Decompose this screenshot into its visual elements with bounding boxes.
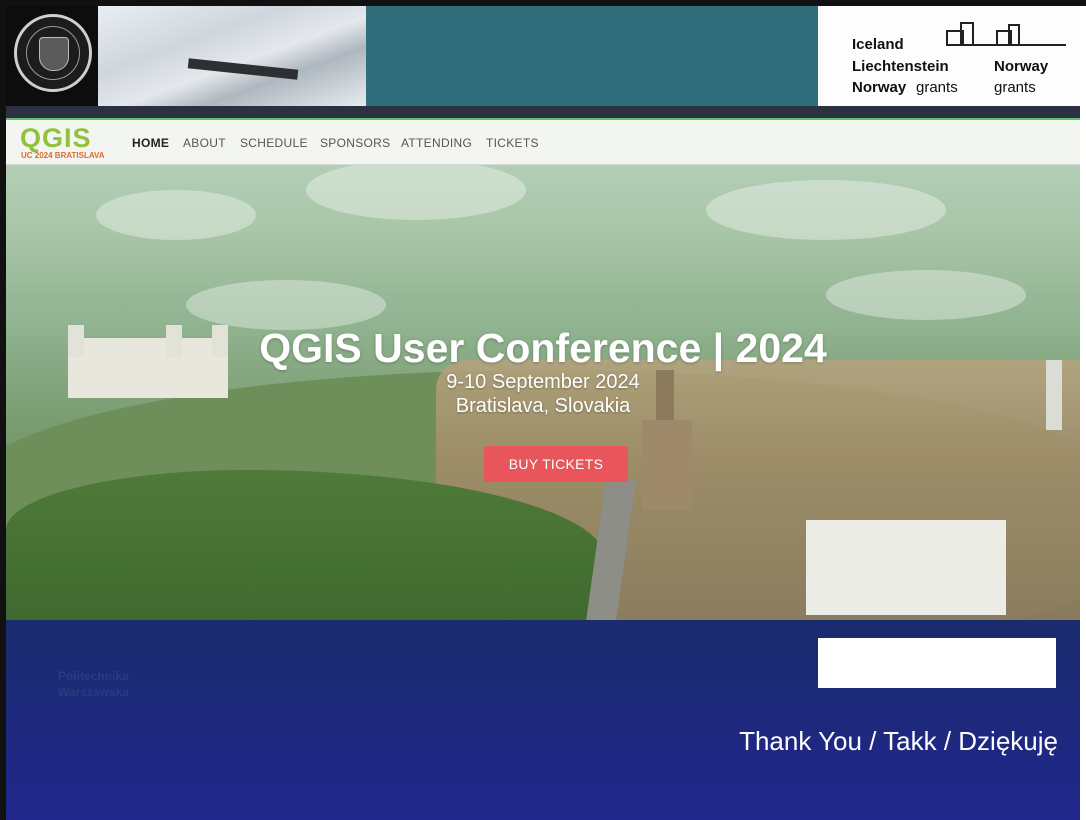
grants-line-art-icon	[946, 22, 1066, 46]
grants-grants-2: grants	[994, 79, 1036, 96]
nav-home[interactable]: HOME	[132, 136, 169, 150]
nav-attending[interactable]: ATTENDING	[401, 136, 472, 150]
crest-icon	[39, 37, 69, 71]
grants-grants-1: grants	[916, 79, 958, 96]
logo-subtitle: UC 2024 BRATISLAVA	[21, 151, 105, 160]
footer-band: Politechnika Warszawska Thank You / Takk…	[6, 620, 1080, 820]
thank-you-text: Thank You / Takk / Dziękuję	[739, 726, 1058, 756]
seal-icon	[14, 14, 92, 92]
qgis-uc-logo[interactable]: QGIS UC 2024 BRATISLAVA	[20, 124, 120, 164]
nav-tickets[interactable]: TICKETS	[486, 136, 539, 150]
hero-title: QGIS User Conference | 2024	[259, 325, 827, 371]
grants-norway: Norway	[994, 58, 1049, 75]
cathedral	[642, 420, 692, 510]
nav-sponsors[interactable]: SPONSORS	[320, 136, 390, 150]
nav-schedule[interactable]: SCHEDULE	[240, 136, 308, 150]
website-screenshot: QGIS UC 2024 BRATISLAVA HOME ABOUT SCHED…	[6, 120, 1080, 620]
eea-norway-grants-logo: Iceland Liechtenstein Norway Norway gran…	[818, 6, 1080, 106]
pw-logo-line1: Politechnika	[58, 669, 129, 683]
logo-text: QGIS	[20, 123, 92, 153]
hero-date: 9-10 September 2024	[446, 371, 640, 393]
nav-about[interactable]: ABOUT	[183, 136, 226, 150]
politechnika-logo: Politechnika Warszawska	[58, 668, 129, 700]
white-building	[806, 520, 1006, 615]
site-navbar: QGIS UC 2024 BRATISLAVA HOME ABOUT SCHED…	[6, 120, 1080, 165]
buy-tickets-button[interactable]: BUY TICKETS	[484, 446, 628, 482]
arctic-station-photo	[98, 6, 366, 106]
white-placeholder-box	[818, 638, 1056, 688]
grants-iceland: Iceland	[852, 36, 904, 53]
slide: Iceland Liechtenstein Norway Norway gran…	[6, 6, 1080, 820]
grants-liechtenstein: Liechtenstein	[852, 58, 949, 75]
university-seal-logo	[6, 6, 98, 106]
header-divider	[6, 106, 1080, 118]
header-band: Iceland Liechtenstein Norway Norway gran…	[6, 6, 1080, 106]
grants-norway-bold: Norway	[852, 79, 907, 96]
pw-logo-line2: Warszawska	[58, 685, 129, 699]
hero-location: Bratislava, Slovakia	[455, 395, 631, 417]
